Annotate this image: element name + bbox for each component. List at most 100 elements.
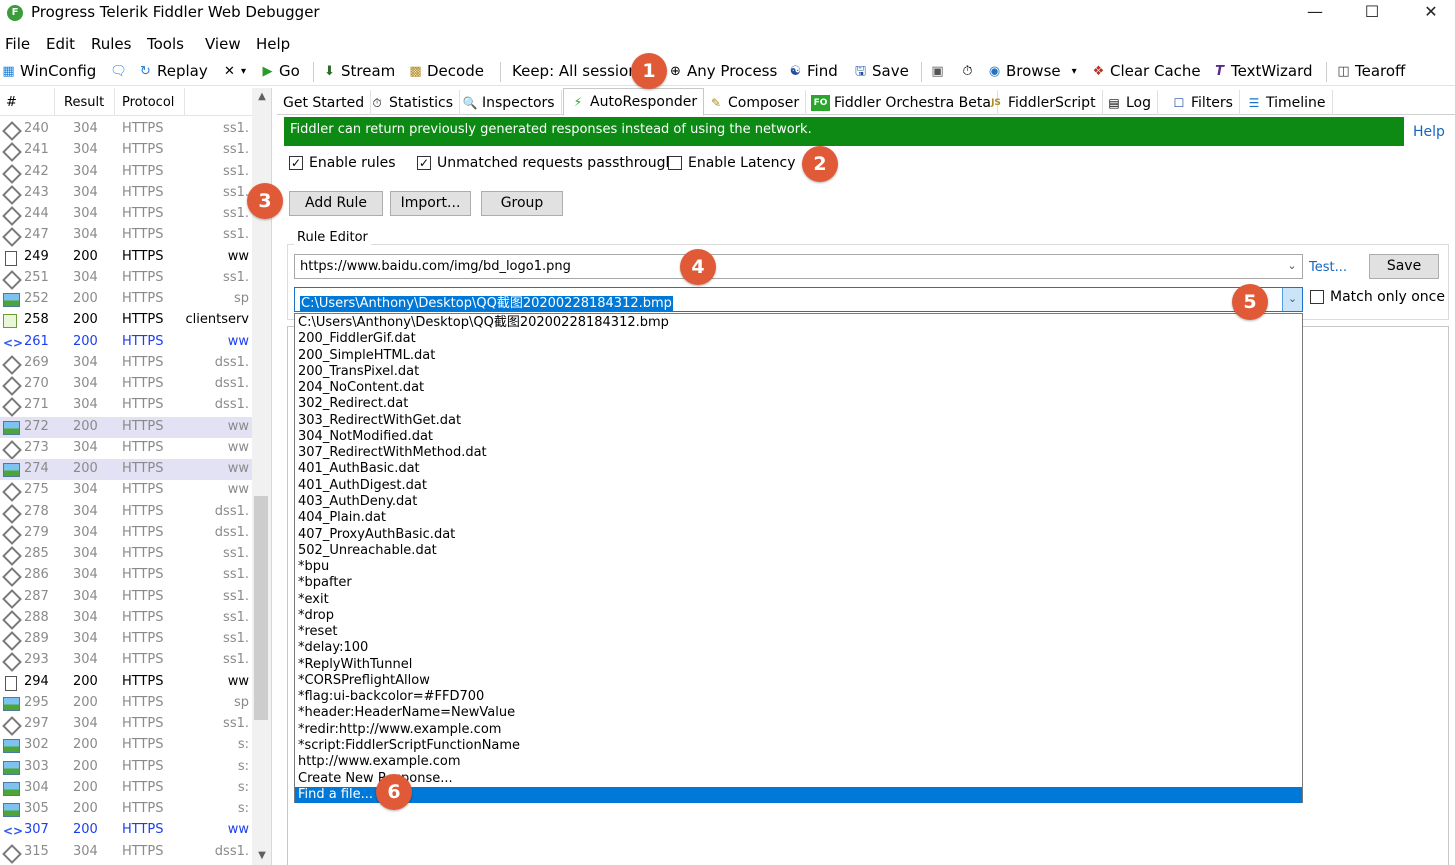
stream-button[interactable]: ⬇ Stream	[321, 60, 395, 82]
session-row[interactable]: 272 200 HTTPS ww	[0, 416, 252, 438]
session-row[interactable]: 241 304 HTTPS ss1.	[0, 140, 252, 163]
action-option[interactable]: *exit	[298, 592, 329, 608]
session-row[interactable]: 287 304 HTTPS ss1.	[0, 587, 252, 609]
action-option[interactable]: http://www.example.com	[298, 754, 461, 770]
textwizard-button[interactable]: T TextWizard	[1211, 60, 1312, 82]
screenshot-button[interactable]: ▣	[929, 60, 946, 82]
action-option[interactable]: 204_NoContent.dat	[298, 380, 424, 396]
sessions-scroll-thumb[interactable]	[254, 496, 268, 720]
help-link[interactable]: Help	[1413, 124, 1445, 140]
chevron-down-icon[interactable]: ⌄	[1282, 255, 1302, 278]
session-row[interactable]: 270 304 HTTPS dss1.	[0, 374, 252, 396]
column-header-number[interactable]: #	[6, 95, 17, 110]
action-option[interactable]: C:\Users\Anthony\Desktop\QQ截图20200228184…	[298, 315, 669, 331]
tab-get-started[interactable]: Get Started	[277, 90, 372, 115]
session-row[interactable]: 304 200 HTTPS s:	[0, 778, 252, 799]
action-dropdown-list[interactable]: C:\Users\Anthony\Desktop\QQ截图20200228184…	[294, 313, 1303, 803]
action-option[interactable]: *redir:http://www.example.com	[298, 722, 501, 738]
session-row[interactable]: <> 261 200 HTTPS ww	[0, 332, 252, 353]
column-header-result[interactable]: Result	[64, 95, 104, 110]
session-row[interactable]: 294 200 HTTPS ww	[0, 672, 252, 693]
action-option[interactable]: *CORSPreflightAllow	[298, 673, 430, 689]
action-option[interactable]: 404_Plain.dat	[298, 510, 386, 526]
session-row[interactable]: 269 304 HTTPS dss1.	[0, 353, 252, 375]
timer-button[interactable]: ⏱	[959, 60, 976, 82]
action-option[interactable]: *ReplyWithTunnel	[298, 657, 412, 673]
action-option[interactable]: 307_RedirectWithMethod.dat	[298, 445, 487, 461]
session-row[interactable]: 286 304 HTTPS ss1.	[0, 565, 252, 588]
tab-composer[interactable]: ✎ Composer	[702, 90, 807, 115]
tearoff-button[interactable]: ◫ Tearoff	[1335, 60, 1405, 82]
comment-button[interactable]: 🗨	[110, 60, 127, 82]
session-row[interactable]: 293 304 HTTPS ss1.	[0, 650, 252, 673]
remove-button[interactable]: ✕ ▾	[221, 60, 246, 82]
tab-autoresponder[interactable]: ⚡ AutoResponder	[563, 88, 705, 116]
menu-help[interactable]: Help	[256, 35, 290, 53]
decode-button[interactable]: ▩ Decode	[407, 60, 484, 82]
test-link[interactable]: Test...	[1309, 260, 1347, 275]
column-header-protocol[interactable]: Protocol	[122, 95, 174, 110]
match-url-combobox[interactable]: https://www.baidu.com/img/bd_logo1.png ⌄	[294, 254, 1303, 279]
session-row[interactable]: 242 304 HTTPS ss1.	[0, 162, 252, 184]
unmatched-passthrough-checkbox[interactable]: ✓ Unmatched requests passthrough	[417, 155, 674, 171]
scroll-down-arrow-icon[interactable]: ▼	[252, 847, 271, 865]
session-row[interactable]: 244 304 HTTPS ss1.	[0, 204, 252, 226]
action-option[interactable]: 401_AuthBasic.dat	[298, 461, 420, 477]
session-row[interactable]: 305 200 HTTPS s:	[0, 799, 252, 820]
session-row[interactable]: 278 304 HTTPS dss1.	[0, 502, 252, 524]
keep-sessions-dropdown[interactable]: Keep: All sessions	[512, 60, 632, 82]
session-row[interactable]: 252 200 HTTPS sp	[0, 289, 252, 310]
session-row[interactable]: 303 200 HTTPS s:	[0, 757, 252, 778]
menu-rules[interactable]: Rules	[91, 35, 131, 53]
tab-filters[interactable]: ☐ Filters	[1165, 90, 1240, 115]
action-option[interactable]: *reset	[298, 624, 337, 640]
action-option[interactable]: 303_RedirectWithGet.dat	[298, 413, 461, 429]
maximize-button[interactable]: ☐	[1349, 0, 1395, 26]
replay-button[interactable]: ↻ Replay	[137, 60, 208, 82]
save-rule-button[interactable]: Save	[1369, 254, 1439, 279]
tab-log[interactable]: ▤ Log	[1100, 90, 1159, 115]
go-button[interactable]: ▶ Go	[259, 60, 300, 82]
menu-file[interactable]: File	[5, 35, 30, 53]
session-row[interactable]: 285 304 HTTPS ss1.	[0, 544, 252, 566]
session-row[interactable]: 274 200 HTTPS ww	[0, 459, 252, 480]
session-row[interactable]: 243 304 HTTPS ss1.	[0, 183, 252, 205]
menu-view[interactable]: View	[205, 35, 241, 53]
tab-fiddlerscript[interactable]: JS FiddlerScript	[982, 90, 1103, 115]
session-row[interactable]: 249 200 HTTPS ww	[0, 247, 252, 268]
enable-latency-checkbox[interactable]: Enable Latency	[668, 155, 795, 171]
clear-cache-button[interactable]: ❖ Clear Cache	[1090, 60, 1201, 82]
menu-edit[interactable]: Edit	[46, 35, 75, 53]
action-combobox[interactable]: C:\Users\Anthony\Desktop\QQ截图20200228184…	[294, 287, 1303, 312]
import-button[interactable]: Import...	[390, 191, 471, 216]
winconfig-button[interactable]: ▦ WinConfig	[0, 60, 96, 82]
session-row[interactable]: 279 304 HTTPS dss1.	[0, 523, 252, 545]
action-option[interactable]: Find a file...	[295, 786, 1302, 803]
tab-fiddler-orchestra[interactable]: FO Fiddler Orchestra Beta	[805, 90, 998, 115]
session-row[interactable]: 295 200 HTTPS sp	[0, 693, 252, 714]
action-option[interactable]: 200_TransPixel.dat	[298, 364, 419, 380]
action-option[interactable]: 403_AuthDeny.dat	[298, 494, 417, 510]
action-option[interactable]: 302_Redirect.dat	[298, 396, 408, 412]
session-row[interactable]: 258 200 HTTPS clientserv	[0, 310, 252, 331]
save-toolbar-button[interactable]: 🖫 Save	[852, 60, 909, 82]
menu-tools[interactable]: Tools	[147, 35, 184, 53]
action-option[interactable]: *drop	[298, 608, 334, 624]
action-option[interactable]: *delay:100	[298, 640, 368, 656]
action-option[interactable]: 401_AuthDigest.dat	[298, 478, 427, 494]
action-option[interactable]: *bpu	[298, 559, 329, 575]
session-row[interactable]: <> 307 200 HTTPS ww	[0, 820, 252, 841]
action-option[interactable]: 200_FiddlerGif.dat	[298, 331, 416, 347]
action-option[interactable]: *bpafter	[298, 575, 352, 591]
action-option[interactable]: 304_NotModified.dat	[298, 429, 433, 445]
enable-rules-checkbox[interactable]: ✓ Enable rules	[289, 155, 396, 171]
session-row[interactable]: 247 304 HTTPS ss1.	[0, 225, 252, 248]
action-option[interactable]: Create New Response...	[298, 771, 453, 787]
action-option[interactable]: *header:HeaderName=NewValue	[298, 705, 515, 721]
action-option[interactable]: *script:FiddlerScriptFunctionName	[298, 738, 520, 754]
session-row[interactable]: 271 304 HTTPS dss1.	[0, 395, 252, 418]
action-option[interactable]: 200_SimpleHTML.dat	[298, 348, 435, 364]
close-button[interactable]: ✕	[1408, 0, 1454, 26]
action-option[interactable]: 407_ProxyAuthBasic.dat	[298, 527, 455, 543]
any-process-button[interactable]: ⊕ Any Process	[667, 60, 777, 82]
